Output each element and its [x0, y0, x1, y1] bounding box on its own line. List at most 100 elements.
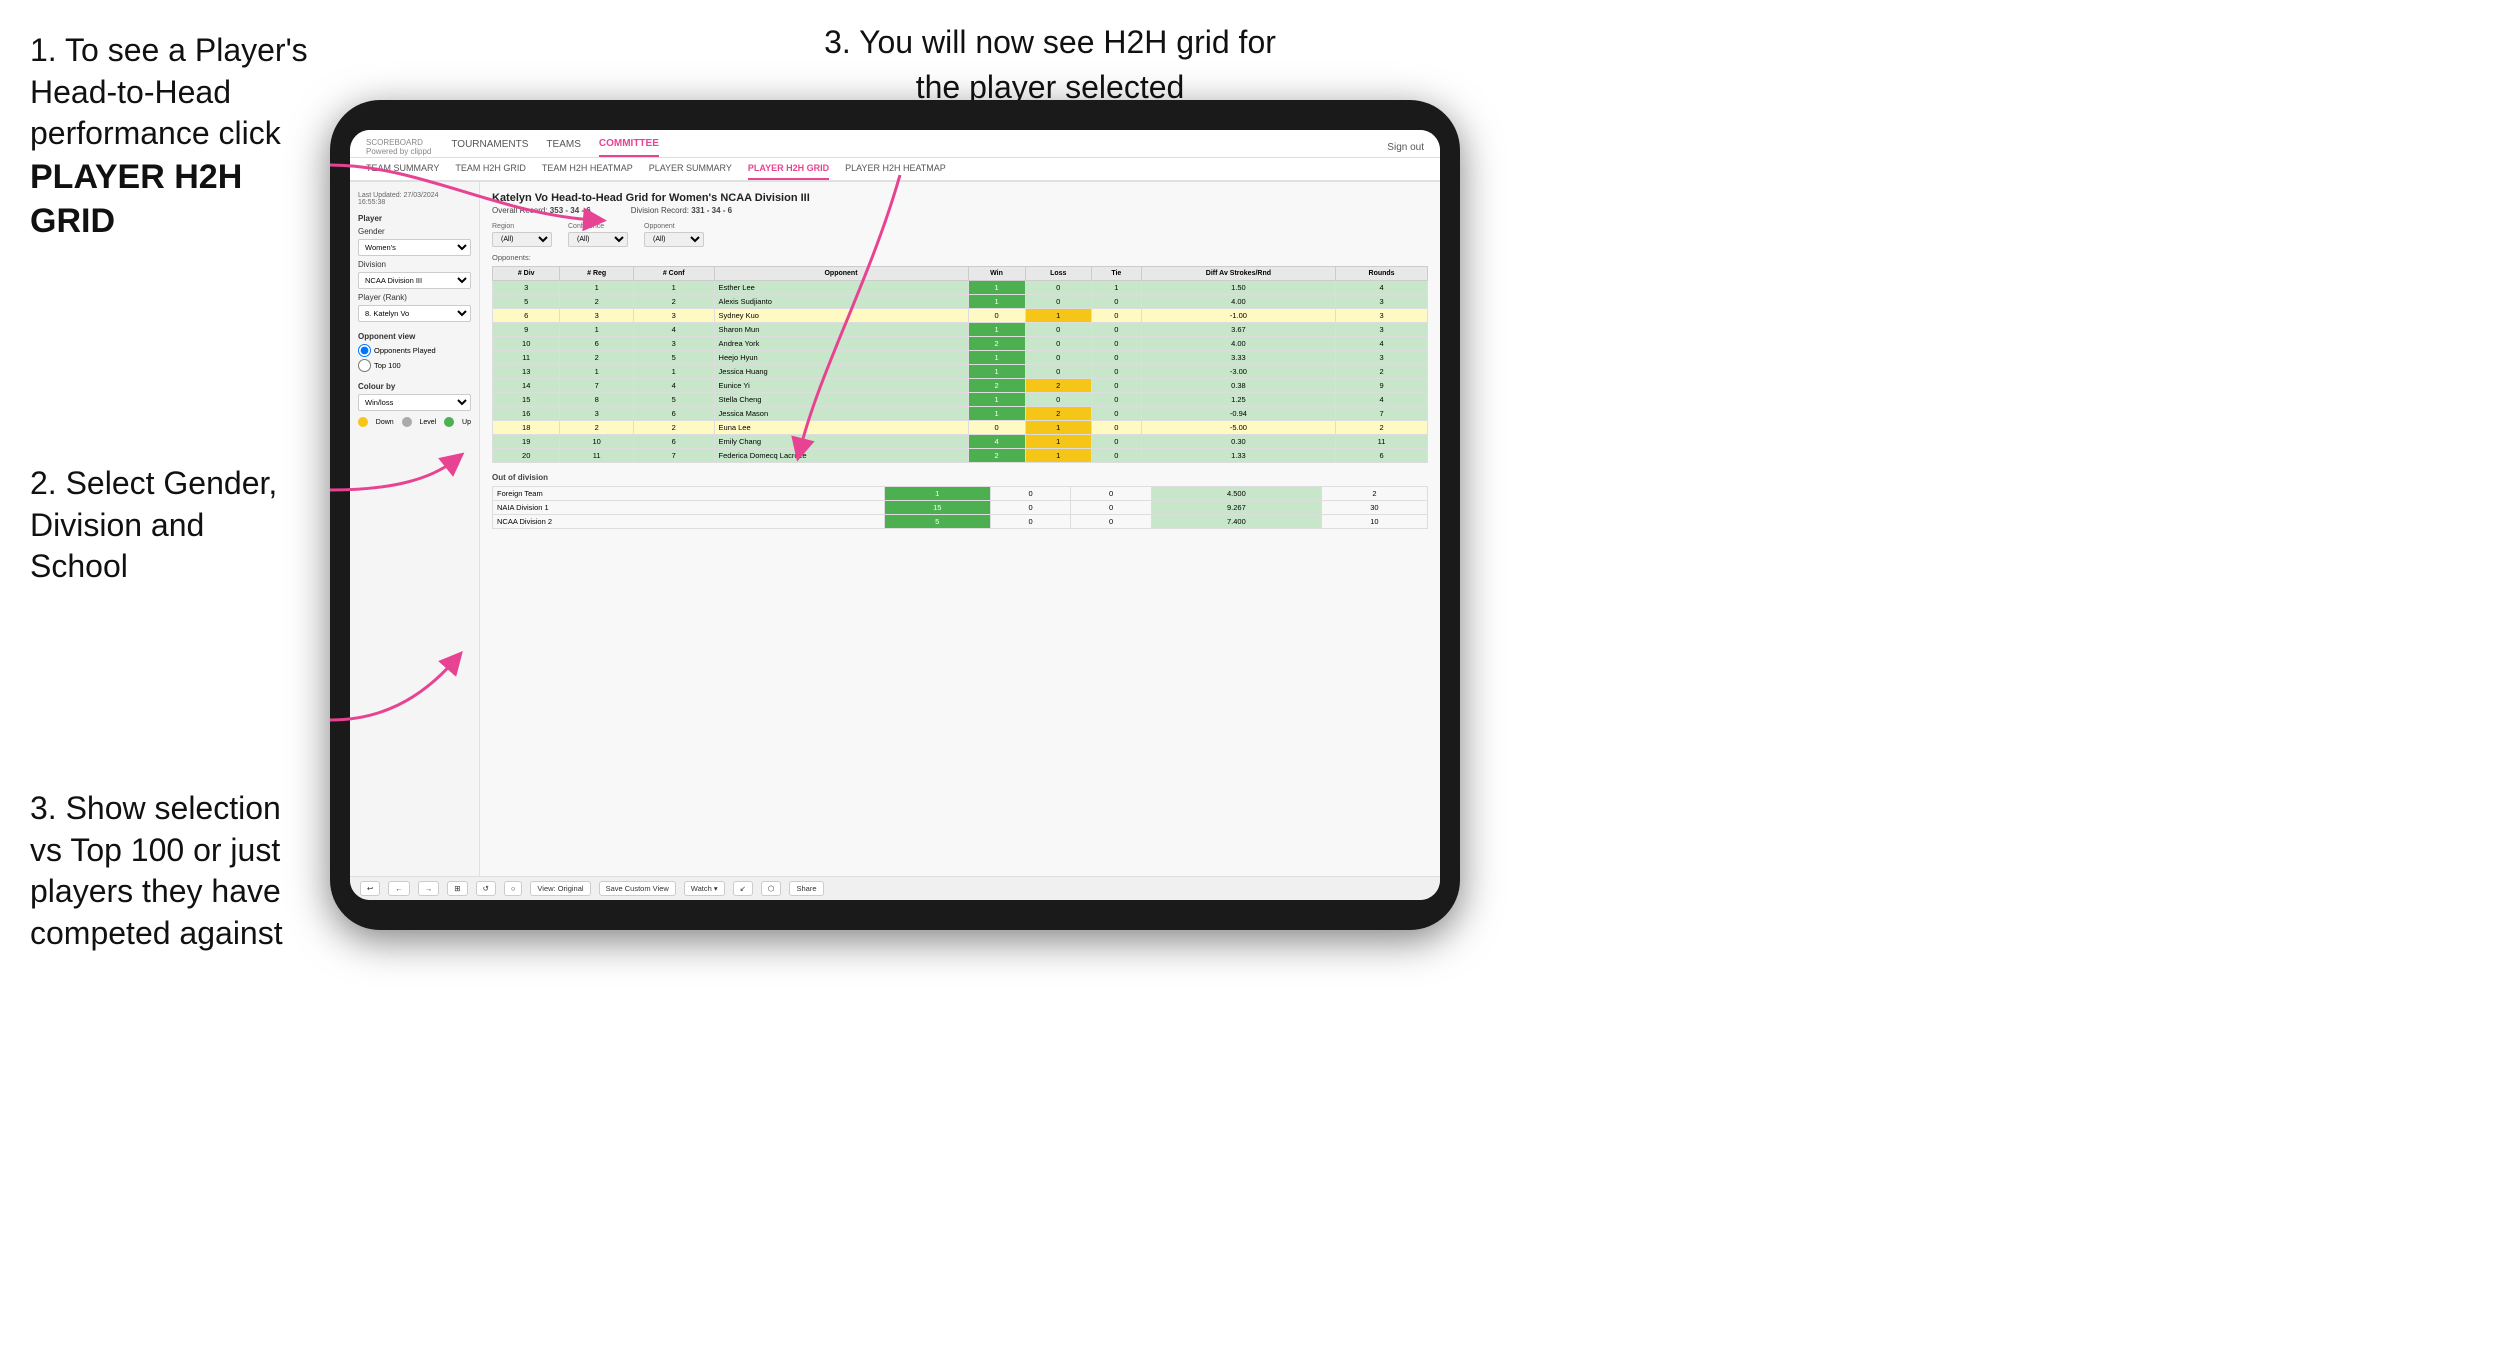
cell-conf: 2: [633, 295, 714, 309]
table-row: 11 2 5 Heejo Hyun 1 0 0 3.33 3: [493, 351, 1428, 365]
subnav-player-summary[interactable]: PLAYER SUMMARY: [649, 158, 732, 180]
cell-win: 1: [968, 407, 1025, 421]
cell-rounds: 2: [1336, 421, 1428, 435]
cell-opponent: Stella Cheng: [714, 393, 968, 407]
cell-conf: 1: [633, 281, 714, 295]
cell-loss: 0: [1025, 337, 1091, 351]
step1-bold: PLAYER H2H GRID: [30, 155, 310, 243]
cell-win: 1: [968, 393, 1025, 407]
nav-logo: SCOREBOARD Powered by clippd: [366, 139, 431, 157]
gender-select[interactable]: Women's: [358, 239, 471, 256]
nav-committee[interactable]: COMMITTEE: [599, 138, 659, 157]
table-row: 19 10 6 Emily Chang 4 1 0 0.30 11: [493, 435, 1428, 449]
cell-diff: -0.94: [1141, 407, 1335, 421]
radio-opponents-played[interactable]: Opponents Played: [358, 344, 471, 357]
cell-opponent: Federica Domecq Lacroze: [714, 449, 968, 463]
colour-by-select[interactable]: Win/loss: [358, 394, 471, 411]
conference-select[interactable]: (All): [568, 232, 628, 247]
division-record: Division Record: 331 - 34 - 6: [631, 206, 732, 215]
col-diff: Diff Av Strokes/Rnd: [1141, 267, 1335, 281]
cell-conf: 2: [633, 421, 714, 435]
cell-loss: 0: [990, 515, 1071, 529]
nav-tournaments[interactable]: TOURNAMENTS: [451, 139, 528, 156]
player-section: Player Gender Women's Division NCAA Divi…: [358, 214, 471, 322]
cell-tie: 0: [1091, 421, 1141, 435]
cell-reg: 3: [560, 407, 634, 421]
opponent-select[interactable]: (All): [644, 232, 704, 247]
nav-sign-out[interactable]: Sign out: [1387, 142, 1424, 153]
bottom-toolbar: ↩ ← → ⊞ ↺ ○ View: Original Save Custom V…: [350, 876, 1440, 900]
cell-win: 0: [968, 421, 1025, 435]
cell-opponent: Euna Lee: [714, 421, 968, 435]
legend-down-dot: [358, 417, 368, 427]
cell-div: 14: [493, 379, 560, 393]
table-row: 3 1 1 Esther Lee 1 0 1 1.50 4: [493, 281, 1428, 295]
cell-diff: 3.33: [1141, 351, 1335, 365]
cell-opponent: Emily Chang: [714, 435, 968, 449]
col-conf: # Conf: [633, 267, 714, 281]
cell-win: 1: [968, 351, 1025, 365]
cell-opponent: Heejo Hyun: [714, 351, 968, 365]
cell-tie: 0: [1071, 487, 1152, 501]
colour-by-section: Colour by Win/loss Down Level Up: [358, 382, 471, 427]
radio-top100[interactable]: Top 100: [358, 359, 471, 372]
hex-btn[interactable]: ⬡: [761, 881, 782, 896]
table-row: 14 7 4 Eunice Yi 2 2 0 0.38 9: [493, 379, 1428, 393]
cell-tie: 0: [1091, 449, 1141, 463]
export-btn[interactable]: ↙: [733, 881, 753, 896]
subnav-team-summary[interactable]: TEAM SUMMARY: [366, 158, 439, 180]
cell-diff: -1.00: [1141, 309, 1335, 323]
subnav-player-h2h-heatmap[interactable]: PLAYER H2H HEATMAP: [845, 158, 946, 180]
step2-block: 2. Select Gender, Division and School: [30, 463, 310, 588]
cell-div: 16: [493, 407, 560, 421]
grid-btn[interactable]: ⊞: [447, 881, 467, 896]
tablet-screen: SCOREBOARD Powered by clippd TOURNAMENTS…: [350, 130, 1440, 900]
back-btn[interactable]: ←: [388, 881, 410, 896]
cell-conf: 1: [633, 365, 714, 379]
cell-diff: -3.00: [1141, 365, 1335, 379]
table-row: 15 8 5 Stella Cheng 1 0 0 1.25 4: [493, 393, 1428, 407]
view-original-btn[interactable]: View: Original: [530, 881, 590, 896]
share-btn[interactable]: Share: [789, 881, 823, 896]
colour-by-label: Colour by: [358, 382, 471, 391]
legend-down-label: Down: [376, 419, 394, 426]
cell-loss: 2: [1025, 379, 1091, 393]
nav-teams[interactable]: TEAMS: [546, 139, 580, 156]
cell-div: 20: [493, 449, 560, 463]
cell-opponent: Esther Lee: [714, 281, 968, 295]
cell-rounds: 30: [1321, 501, 1427, 515]
cell-win: 2: [968, 449, 1025, 463]
cell-win: 1: [968, 365, 1025, 379]
step3-right-text: 3. You will now see H2H grid for the pla…: [800, 20, 1300, 110]
refresh-btn[interactable]: ↺: [476, 881, 496, 896]
save-custom-view-btn[interactable]: Save Custom View: [599, 881, 676, 896]
cell-win: 4: [968, 435, 1025, 449]
cell-loss: 0: [990, 501, 1071, 515]
cell-tie: 0: [1071, 515, 1152, 529]
cell-diff: 4.500: [1151, 487, 1321, 501]
cell-tie: 0: [1071, 501, 1152, 515]
subnav-team-h2h-grid[interactable]: TEAM H2H GRID: [455, 158, 526, 180]
cell-div: 9: [493, 323, 560, 337]
forward-btn[interactable]: →: [418, 881, 440, 896]
cell-tie: 0: [1091, 407, 1141, 421]
watch-btn[interactable]: Watch ▾: [684, 881, 725, 896]
undo-btn[interactable]: ↩: [360, 881, 380, 896]
region-select[interactable]: (All): [492, 232, 552, 247]
player-rank-select[interactable]: 8. Katelyn Vo: [358, 305, 471, 322]
cell-opponent: Andrea York: [714, 337, 968, 351]
cell-div: 19: [493, 435, 560, 449]
main-content: Last Updated: 27/03/2024 16:55:38 Player…: [350, 182, 1440, 876]
cell-tie: 0: [1091, 393, 1141, 407]
cell-loss: 1: [1025, 309, 1091, 323]
circle-btn[interactable]: ○: [504, 881, 523, 896]
cell-rounds: 3: [1336, 295, 1428, 309]
player-label: Player: [358, 214, 471, 223]
col-div: # Div: [493, 267, 560, 281]
cell-conf: 3: [633, 337, 714, 351]
cell-tie: 0: [1091, 337, 1141, 351]
subnav-player-h2h-grid[interactable]: PLAYER H2H GRID: [748, 158, 829, 180]
subnav-team-h2h-heatmap[interactable]: TEAM H2H HEATMAP: [542, 158, 633, 180]
division-select[interactable]: NCAA Division III: [358, 272, 471, 289]
cell-opponent: Jessica Huang: [714, 365, 968, 379]
